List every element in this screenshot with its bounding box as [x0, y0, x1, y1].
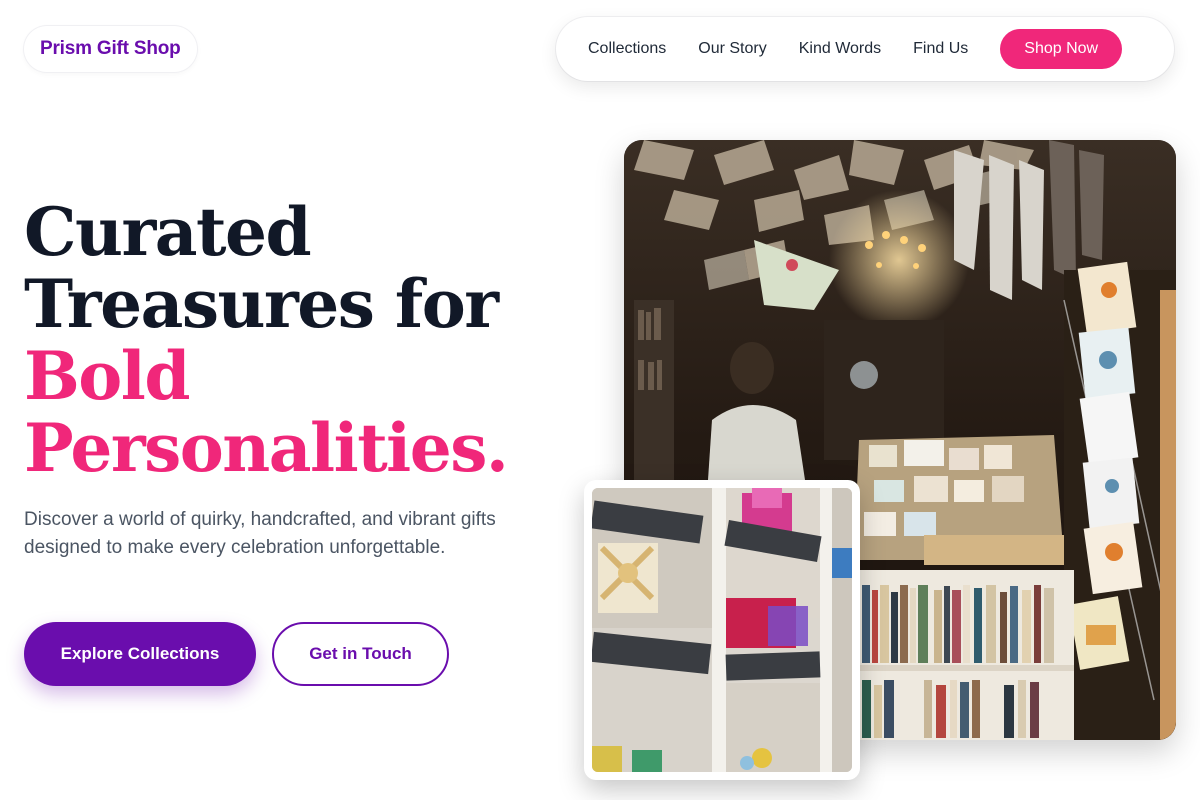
get-in-touch-button[interactable]: Get in Touch	[272, 622, 449, 686]
headline-line-2: Treasures for	[24, 265, 499, 343]
headline-accent-line-1: Bold	[24, 337, 191, 415]
shop-now-button[interactable]: Shop Now	[1000, 29, 1123, 69]
shelves-image-card	[584, 480, 860, 780]
nav-link-find-us[interactable]: Find Us	[913, 40, 968, 58]
nav-link-kind-words[interactable]: Kind Words	[799, 40, 881, 58]
nav-link-our-story[interactable]: Our Story	[698, 40, 766, 58]
main-nav: Collections Our Story Kind Words Find Us…	[556, 17, 1174, 81]
hero-headline: Curated Treasures for Bold Personalities…	[24, 193, 509, 487]
explore-collections-button[interactable]: Explore Collections	[24, 622, 256, 686]
headline-accent-line-2: Personalities.	[24, 409, 509, 487]
headline-line-1: Curated	[24, 193, 312, 271]
hero-description: Discover a world of quirky, handcrafted,…	[24, 509, 496, 558]
gift-shelves-image	[592, 488, 852, 772]
brand-logo[interactable]: Prism Gift Shop	[24, 26, 197, 72]
nav-link-collections[interactable]: Collections	[588, 40, 666, 58]
gift-shelves-illustration	[592, 488, 852, 772]
